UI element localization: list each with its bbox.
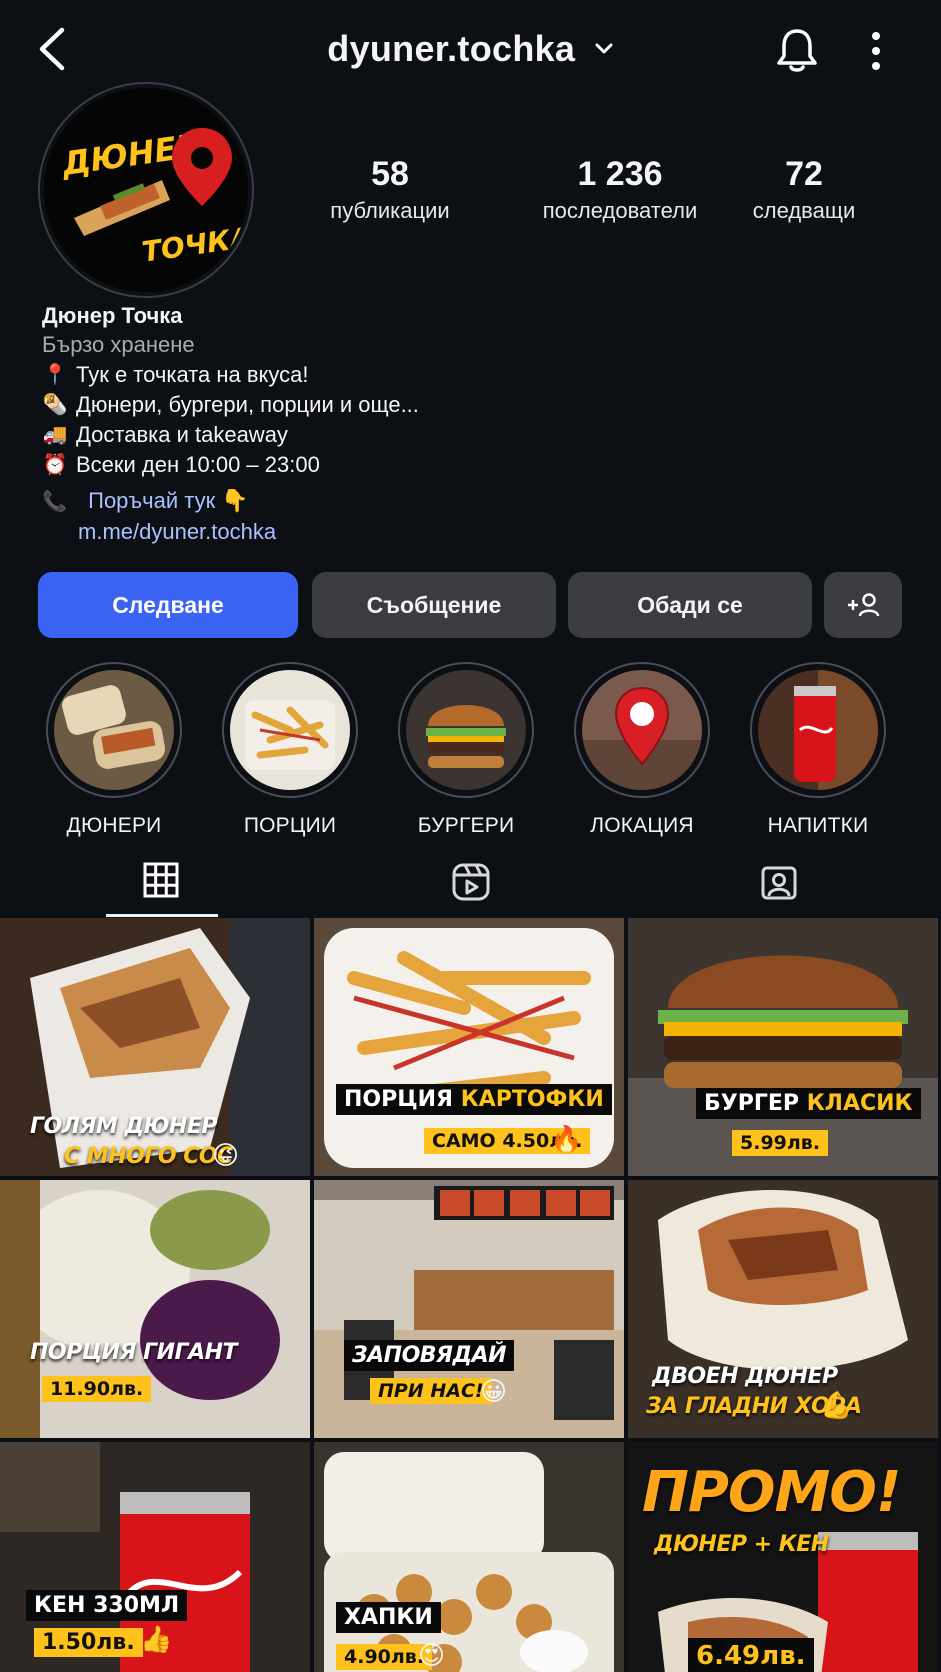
reels-icon [452, 863, 490, 901]
chevron-down-icon [595, 43, 613, 54]
grid-icon [143, 862, 179, 898]
thumbs-up-emoji-icon: 👍 [140, 1624, 173, 1654]
followers-label: последователи [542, 198, 698, 223]
post-tile[interactable]: ПОРЦИЯ КАРТОФКИ САМО 4.50лв. 🔥 [314, 918, 624, 1176]
highlight-ring [750, 662, 886, 798]
bio-line: 🚚 Доставка и takeaway [42, 420, 902, 450]
flexed-biceps-emoji-icon: 💪 [820, 1390, 853, 1420]
highlight-label: БУРГЕРИ [417, 814, 515, 837]
call-button[interactable]: Обади се [568, 572, 812, 638]
highlight-portions[interactable]: ПОРЦИИ [210, 662, 370, 838]
message-button[interactable]: Съобщение [312, 572, 556, 638]
post-caption-line1: ЗАПОВЯДАЙ [344, 1340, 515, 1371]
highlight-doners[interactable]: ДЮНЕРИ [34, 662, 194, 838]
post-price: 6.49лв. [688, 1638, 814, 1672]
add-user-icon [848, 593, 880, 617]
category-label: Бързо хранене [42, 332, 195, 357]
fire-emoji-icon: 🔥 [550, 1124, 583, 1154]
alarm-clock-emoji-icon: ⏰ [42, 454, 68, 476]
logo-image: ДЮНЕР ТОЧКА [44, 88, 248, 292]
active-tab-indicator [106, 914, 218, 917]
highlight-ring [46, 662, 182, 798]
suggest-people-button[interactable] [824, 572, 902, 638]
bio-line-text: Дюнери, бургери, порции и още... [76, 392, 419, 417]
highlight-ring [574, 662, 710, 798]
phone-emoji-icon: 📞 [42, 491, 67, 513]
pin-emoji-icon: 📍 [42, 364, 68, 386]
highlight-label: ПОРЦИИ [243, 814, 337, 837]
bio-line-text: Всеки ден 10:00 – 23:00 [76, 452, 320, 477]
following-label: следващи [752, 198, 856, 223]
post-caption-line1: ДВОЕН ДЮНЕР [652, 1364, 838, 1389]
promo-title: ПРОМО! [642, 1460, 901, 1525]
bio-line: 📍 Тук е точката на вкуса! [42, 360, 902, 390]
promo-subtitle: ДЮНЕР + КЕН [654, 1532, 829, 1557]
post-tile[interactable]: ПРОМО! ДЮНЕР + КЕН 6.49лв. [628, 1442, 938, 1672]
highlight-cover [230, 670, 350, 790]
post-caption-line1: ПОРЦИЯ ГИГАНТ [30, 1340, 238, 1365]
highlight-label: НАПИТКИ [767, 814, 869, 837]
bell-icon[interactable] [774, 26, 820, 74]
highlight-label: ЛОКАЦИЯ [590, 814, 694, 837]
stat-following[interactable]: 72 следващи [734, 154, 874, 224]
post-price: 11.90лв. [42, 1376, 152, 1402]
following-count: 72 [785, 155, 823, 193]
post-price: 5.99лв. [732, 1130, 829, 1156]
order-cta-text: Поръчай тук 👇 [88, 488, 249, 513]
highlight-cover [758, 670, 878, 790]
highlight-ring [222, 662, 358, 798]
grinning-emoji-icon: 😀 [480, 1376, 508, 1406]
post-tile[interactable]: ПОРЦИЯ ГИГАНТ 11.90лв. [0, 1180, 310, 1438]
post-tile[interactable]: ДВОЕН ДЮНЕР ЗА ГЛАДНИ ХОРА 💪 [628, 1180, 938, 1438]
stat-followers[interactable]: 1 236 последователи [510, 154, 730, 224]
post-caption-line1: ХАПКИ [336, 1602, 441, 1633]
bio: Дюнер Точка Бързо хранене 📍 Тук е точкат… [42, 302, 902, 547]
post-price: 1.50лв. [34, 1628, 143, 1657]
bio-link[interactable]: m.me/dyuner.tochka [78, 517, 902, 547]
highlight-ring [398, 662, 534, 798]
truck-emoji-icon: 🚚 [42, 424, 68, 446]
highlight-location[interactable]: ЛОКАЦИЯ [562, 662, 722, 838]
post-caption-line2: С МНОГО СОС [64, 1144, 233, 1169]
highlight-cover [582, 670, 702, 790]
highlight-cover [406, 670, 526, 790]
highlight-drinks[interactable]: НАПИТКИ [738, 662, 898, 838]
highlight-burgers[interactable]: БУРГЕРИ [386, 662, 546, 838]
highlight-cover [54, 670, 174, 790]
username: dyuner.tochka [327, 28, 576, 69]
bio-line: 🌯 Дюнери, бургери, порции и още... [42, 390, 902, 420]
post-tile[interactable]: ГОЛЯМ ДЮНЕР С МНОГО СОС 😜 [0, 918, 310, 1176]
posts-count: 58 [371, 155, 409, 193]
bio-line-text: Доставка и takeaway [76, 422, 288, 447]
more-options-icon[interactable] [866, 30, 886, 72]
tab-tagged[interactable] [724, 862, 834, 902]
followers-count: 1 236 [577, 155, 663, 193]
post-caption-line2: ПРИ НАС! [370, 1378, 492, 1404]
post-image [314, 1442, 624, 1672]
post-tile[interactable]: КЕН 330МЛ 1.50лв. 👍 [0, 1442, 310, 1672]
order-cta[interactable]: 📞 Поръчай тук 👇 [42, 486, 902, 517]
winking-tongue-emoji-icon: 😜 [212, 1140, 240, 1170]
tagged-icon [761, 866, 797, 900]
stat-posts[interactable]: 58 публикации [300, 154, 480, 224]
posts-label: публикации [330, 198, 450, 223]
post-tile[interactable]: ХАПКИ 4.90лв. 😍 [314, 1442, 624, 1672]
highlight-label: ДЮНЕРИ [66, 814, 162, 837]
bio-line: ⏰ Всеки ден 10:00 – 23:00 [42, 450, 902, 480]
post-caption-line1: ГОЛЯМ ДЮНЕР [30, 1114, 217, 1139]
tab-reels[interactable] [416, 862, 526, 902]
display-name: Дюнер Точка [42, 303, 183, 328]
post-caption-line1: ПОРЦИЯ КАРТОФКИ [336, 1084, 612, 1115]
tab-posts-grid[interactable] [106, 862, 216, 898]
post-tile[interactable]: ЗАПОВЯДАЙ ПРИ НАС! 😀 [314, 1180, 624, 1438]
heart-eyes-emoji-icon: 😍 [418, 1640, 446, 1670]
post-caption-line1: КЕН 330МЛ [26, 1590, 188, 1621]
bio-line-text: Тук е точката на вкуса! [76, 362, 309, 387]
burrito-emoji-icon: 🌯 [42, 394, 68, 416]
avatar[interactable]: ДЮНЕР ТОЧКА [44, 88, 248, 292]
post-tile[interactable]: БУРГЕР КЛАСИК 5.99лв. [628, 918, 938, 1176]
follow-button[interactable]: Следване [38, 572, 298, 638]
post-caption-line1: БУРГЕР КЛАСИК [696, 1088, 921, 1119]
